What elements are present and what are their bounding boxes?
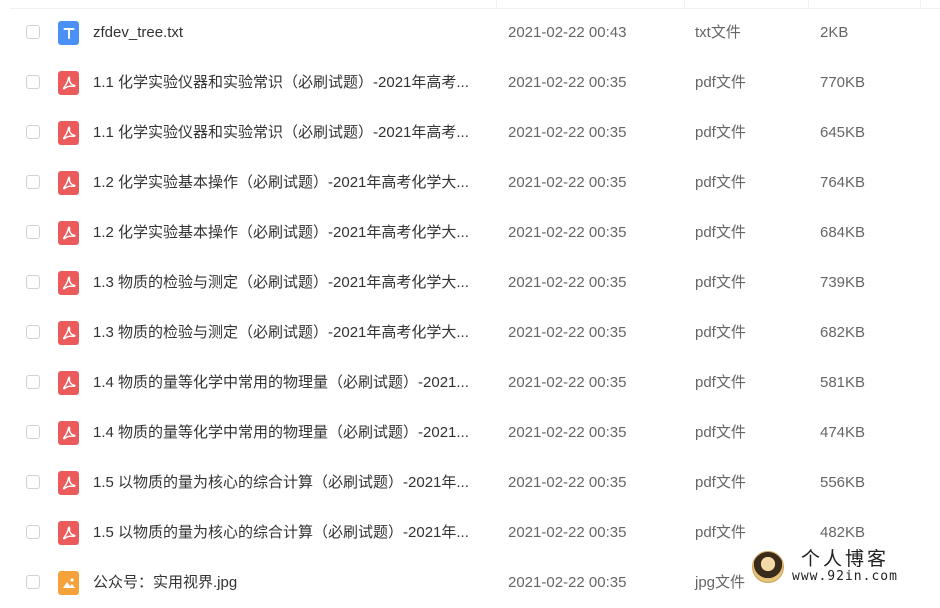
file-modified-date: 2021-02-22 00:35 [508, 274, 627, 291]
file-name[interactable]: 1.5 以物质的量为核心的综合计算（必刷试题）-2021年... [93, 474, 483, 492]
file-type: pdf文件 [695, 324, 746, 341]
pdf-file-icon [58, 471, 79, 495]
column-divider [808, 0, 809, 8]
pdf-file-icon [58, 421, 79, 445]
txt-file-icon [58, 21, 79, 45]
file-type: txt文件 [695, 24, 741, 41]
file-modified-date: 2021-02-22 00:35 [508, 574, 627, 591]
file-modified-date: 2021-02-22 00:35 [508, 174, 627, 191]
file-name[interactable]: 1.4 物质的量等化学中常用的物理量（必刷试题）-2021... [93, 374, 483, 392]
file-size: 474KB [820, 424, 866, 441]
file-size: 2KB [820, 24, 849, 41]
pdf-file-icon [58, 371, 79, 395]
pdf-file-icon [58, 71, 79, 95]
pdf-file-icon [58, 221, 79, 245]
row-checkbox[interactable] [26, 125, 40, 139]
file-row[interactable]: 1.4 物质的量等化学中常用的物理量（必刷试题）-2021... 2021-02-… [0, 358, 940, 408]
file-modified-date: 2021-02-22 00:35 [508, 74, 627, 91]
row-checkbox[interactable] [26, 175, 40, 189]
file-size: 764KB [820, 174, 866, 191]
file-type: pdf文件 [695, 474, 746, 491]
file-type: pdf文件 [695, 124, 746, 141]
file-modified-date: 2021-02-22 00:35 [508, 474, 627, 491]
file-size: 482KB [820, 524, 866, 541]
column-divider [496, 0, 497, 8]
file-type: pdf文件 [695, 524, 746, 541]
column-divider [920, 0, 921, 8]
file-name[interactable]: 1.3 物质的检验与测定（必刷试题）-2021年高考化学大... [93, 324, 483, 342]
row-checkbox[interactable] [26, 475, 40, 489]
file-name[interactable]: 1.2 化学实验基本操作（必刷试题）-2021年高考化学大... [93, 174, 483, 192]
pdf-file-icon [58, 171, 79, 195]
avatar [752, 551, 784, 583]
file-name[interactable]: 1.1 化学实验仪器和实验常识（必刷试题）-2021年高考... [93, 124, 483, 142]
file-name[interactable]: 1.1 化学实验仪器和实验常识（必刷试题）-2021年高考... [93, 74, 483, 92]
file-row[interactable]: 1.4 物质的量等化学中常用的物理量（必刷试题）-2021... 2021-02-… [0, 408, 940, 458]
file-name[interactable]: 1.5 以物质的量为核心的综合计算（必刷试题）-2021年... [93, 524, 483, 542]
file-modified-date: 2021-02-22 00:35 [508, 324, 627, 341]
file-row[interactable]: 1.3 物质的检验与测定（必刷试题）-2021年高考化学大... 2021-02-… [0, 308, 940, 358]
file-name[interactable]: 1.4 物质的量等化学中常用的物理量（必刷试题）-2021... [93, 424, 483, 442]
column-divider [684, 0, 685, 8]
pdf-file-icon [58, 121, 79, 145]
row-checkbox[interactable] [26, 75, 40, 89]
file-modified-date: 2021-02-22 00:35 [508, 424, 627, 441]
file-row[interactable]: 1.2 化学实验基本操作（必刷试题）-2021年高考化学大... 2021-02-… [0, 208, 940, 258]
file-modified-date: 2021-02-22 00:43 [508, 24, 627, 41]
file-type: pdf文件 [695, 424, 746, 441]
file-size: 682KB [820, 324, 866, 341]
file-row[interactable]: 1.5 以物质的量为核心的综合计算（必刷试题）-2021年... 2021-02-… [0, 458, 940, 508]
file-modified-date: 2021-02-22 00:35 [508, 374, 627, 391]
row-checkbox[interactable] [26, 525, 40, 539]
file-type: pdf文件 [695, 224, 746, 241]
file-modified-date: 2021-02-22 00:35 [508, 224, 627, 241]
file-row[interactable]: 1.1 化学实验仪器和实验常识（必刷试题）-2021年高考... 2021-02-… [0, 58, 940, 108]
pdf-file-icon [58, 321, 79, 345]
file-row[interactable]: zfdev_tree.txt 2021-02-22 00:43 txt文件 2KB [0, 8, 940, 58]
file-modified-date: 2021-02-22 00:35 [508, 524, 627, 541]
row-checkbox[interactable] [26, 575, 40, 589]
file-type: pdf文件 [695, 74, 746, 91]
file-name[interactable]: 公众号：实用视界.jpg [93, 574, 483, 592]
watermark: 个人博客 www.92in.com [746, 546, 940, 588]
pdf-file-icon [58, 271, 79, 295]
file-size: 581KB [820, 374, 866, 391]
file-type: pdf文件 [695, 274, 746, 291]
file-modified-date: 2021-02-22 00:35 [508, 124, 627, 141]
file-size: 645KB [820, 124, 866, 141]
file-size: 684KB [820, 224, 866, 241]
file-name[interactable]: 1.2 化学实验基本操作（必刷试题）-2021年高考化学大... [93, 224, 483, 242]
file-type: pdf文件 [695, 174, 746, 191]
file-row[interactable]: 1.1 化学实验仪器和实验常识（必刷试题）-2021年高考... 2021-02-… [0, 108, 940, 158]
file-size: 556KB [820, 474, 866, 491]
row-checkbox[interactable] [26, 425, 40, 439]
file-size: 770KB [820, 74, 866, 91]
row-checkbox[interactable] [26, 275, 40, 289]
file-list: zfdev_tree.txt 2021-02-22 00:43 txt文件 2KB 1.… [0, 8, 940, 608]
row-checkbox[interactable] [26, 375, 40, 389]
jpg-file-icon [58, 571, 79, 595]
watermark-url: www.92in.com [792, 569, 898, 584]
file-name[interactable]: 1.3 物质的检验与测定（必刷试题）-2021年高考化学大... [93, 274, 483, 292]
pdf-file-icon [58, 521, 79, 545]
row-checkbox[interactable] [26, 325, 40, 339]
watermark-title: 个人博客 [800, 548, 889, 570]
file-row[interactable]: 1.2 化学实验基本操作（必刷试题）-2021年高考化学大... 2021-02-… [0, 158, 940, 208]
file-name[interactable]: zfdev_tree.txt [93, 24, 483, 42]
file-size: 739KB [820, 274, 866, 291]
file-type: jpg文件 [695, 574, 746, 591]
row-checkbox[interactable] [26, 25, 40, 39]
row-checkbox[interactable] [26, 225, 40, 239]
file-row[interactable]: 1.3 物质的检验与测定（必刷试题）-2021年高考化学大... 2021-02-… [0, 258, 940, 308]
file-type: pdf文件 [695, 374, 746, 391]
